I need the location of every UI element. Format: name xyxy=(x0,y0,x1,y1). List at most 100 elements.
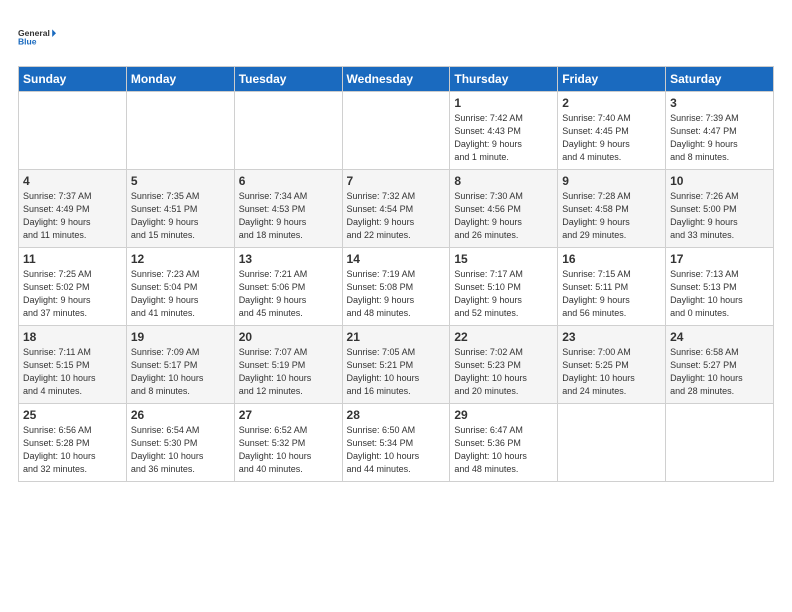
calendar-cell: 7 Sunrise: 7:32 AM Sunset: 4:54 PM Daylig… xyxy=(342,170,450,248)
day-info: Sunrise: 7:26 AM Sunset: 5:00 PM Dayligh… xyxy=(670,190,769,242)
day-number: 17 xyxy=(670,252,769,266)
calendar-cell: 25 Sunrise: 6:56 AM Sunset: 5:28 PM Dayli… xyxy=(19,404,127,482)
day-info: Sunrise: 7:32 AM Sunset: 4:54 PM Dayligh… xyxy=(347,190,446,242)
day-info: Sunrise: 6:58 AM Sunset: 5:27 PM Dayligh… xyxy=(670,346,769,398)
day-number: 19 xyxy=(131,330,230,344)
calendar-cell: 10 Sunrise: 7:26 AM Sunset: 5:00 PM Dayli… xyxy=(666,170,774,248)
calendar-cell: 24 Sunrise: 6:58 AM Sunset: 5:27 PM Dayli… xyxy=(666,326,774,404)
day-number: 10 xyxy=(670,174,769,188)
day-info: Sunrise: 7:40 AM Sunset: 4:45 PM Dayligh… xyxy=(562,112,661,164)
calendar-cell: 17Sunrise: 7:13 AM Sunset: 5:13 PM Dayli… xyxy=(666,248,774,326)
calendar-cell: 1 Sunrise: 7:42 AM Sunset: 4:43 PM Daylig… xyxy=(450,92,558,170)
day-number: 24 xyxy=(670,330,769,344)
calendar-cell: 28 Sunrise: 6:50 AM Sunset: 5:34 PM Dayli… xyxy=(342,404,450,482)
calendar-week-row: 25 Sunrise: 6:56 AM Sunset: 5:28 PM Dayli… xyxy=(19,404,774,482)
day-number: 8 xyxy=(454,174,553,188)
day-number: 1 xyxy=(454,96,553,110)
day-number: 28 xyxy=(347,408,446,422)
page: General Blue SundayMondayTuesdayWednesda… xyxy=(0,0,792,492)
day-number: 4 xyxy=(23,174,122,188)
calendar-cell: 5 Sunrise: 7:35 AM Sunset: 4:51 PM Daylig… xyxy=(126,170,234,248)
day-number: 26 xyxy=(131,408,230,422)
day-info: Sunrise: 6:56 AM Sunset: 5:28 PM Dayligh… xyxy=(23,424,122,476)
day-info: Sunrise: 6:52 AM Sunset: 5:32 PM Dayligh… xyxy=(239,424,338,476)
day-number: 6 xyxy=(239,174,338,188)
day-number: 3 xyxy=(670,96,769,110)
day-info: Sunrise: 7:11 AM Sunset: 5:15 PM Dayligh… xyxy=(23,346,122,398)
day-number: 23 xyxy=(562,330,661,344)
day-info: Sunrise: 7:30 AM Sunset: 4:56 PM Dayligh… xyxy=(454,190,553,242)
calendar-day-header: Sunday xyxy=(19,67,127,92)
logo-svg: General Blue xyxy=(18,18,56,56)
calendar-day-header: Friday xyxy=(558,67,666,92)
day-info: Sunrise: 7:00 AM Sunset: 5:25 PM Dayligh… xyxy=(562,346,661,398)
day-number: 7 xyxy=(347,174,446,188)
day-number: 20 xyxy=(239,330,338,344)
calendar-cell: 20 Sunrise: 7:07 AM Sunset: 5:19 PM Dayli… xyxy=(234,326,342,404)
day-info: Sunrise: 7:28 AM Sunset: 4:58 PM Dayligh… xyxy=(562,190,661,242)
calendar-cell: 29 Sunrise: 6:47 AM Sunset: 5:36 PM Dayli… xyxy=(450,404,558,482)
calendar-day-header: Monday xyxy=(126,67,234,92)
calendar-cell: 12 Sunrise: 7:23 AM Sunset: 5:04 PM Dayli… xyxy=(126,248,234,326)
calendar-cell: 2 Sunrise: 7:40 AM Sunset: 4:45 PM Daylig… xyxy=(558,92,666,170)
day-number: 25 xyxy=(23,408,122,422)
calendar-week-row: 18 Sunrise: 7:11 AM Sunset: 5:15 PM Dayli… xyxy=(19,326,774,404)
calendar-cell: 21 Sunrise: 7:05 AM Sunset: 5:21 PM Dayli… xyxy=(342,326,450,404)
calendar-header-row: SundayMondayTuesdayWednesdayThursdayFrid… xyxy=(19,67,774,92)
day-number: 11 xyxy=(23,252,122,266)
calendar-cell xyxy=(126,92,234,170)
calendar-cell xyxy=(558,404,666,482)
day-info: Sunrise: 7:21 AM Sunset: 5:06 PM Dayligh… xyxy=(239,268,338,320)
day-info: Sunrise: 7:05 AM Sunset: 5:21 PM Dayligh… xyxy=(347,346,446,398)
day-number: 27 xyxy=(239,408,338,422)
logo: General Blue xyxy=(18,18,56,56)
calendar-cell: 8 Sunrise: 7:30 AM Sunset: 4:56 PM Daylig… xyxy=(450,170,558,248)
calendar-table: SundayMondayTuesdayWednesdayThursdayFrid… xyxy=(18,66,774,482)
day-info: Sunrise: 6:50 AM Sunset: 5:34 PM Dayligh… xyxy=(347,424,446,476)
day-number: 5 xyxy=(131,174,230,188)
day-info: Sunrise: 6:47 AM Sunset: 5:36 PM Dayligh… xyxy=(454,424,553,476)
day-number: 16 xyxy=(562,252,661,266)
day-info: Sunrise: 7:25 AM Sunset: 5:02 PM Dayligh… xyxy=(23,268,122,320)
day-number: 18 xyxy=(23,330,122,344)
day-info: Sunrise: 7:23 AM Sunset: 5:04 PM Dayligh… xyxy=(131,268,230,320)
calendar-cell: 16 Sunrise: 7:15 AM Sunset: 5:11 PM Dayli… xyxy=(558,248,666,326)
calendar-cell: 18 Sunrise: 7:11 AM Sunset: 5:15 PM Dayli… xyxy=(19,326,127,404)
calendar-cell: 19Sunrise: 7:09 AM Sunset: 5:17 PM Dayli… xyxy=(126,326,234,404)
calendar-cell: 4Sunrise: 7:37 AM Sunset: 4:49 PM Daylig… xyxy=(19,170,127,248)
calendar-day-header: Tuesday xyxy=(234,67,342,92)
svg-text:Blue: Blue xyxy=(18,37,37,47)
header: General Blue xyxy=(18,18,774,56)
calendar-week-row: 4Sunrise: 7:37 AM Sunset: 4:49 PM Daylig… xyxy=(19,170,774,248)
day-number: 22 xyxy=(454,330,553,344)
calendar-cell: 11 Sunrise: 7:25 AM Sunset: 5:02 PM Dayli… xyxy=(19,248,127,326)
day-info: Sunrise: 7:35 AM Sunset: 4:51 PM Dayligh… xyxy=(131,190,230,242)
calendar-week-row: 1 Sunrise: 7:42 AM Sunset: 4:43 PM Daylig… xyxy=(19,92,774,170)
calendar-cell: 14Sunrise: 7:19 AM Sunset: 5:08 PM Dayli… xyxy=(342,248,450,326)
day-info: Sunrise: 7:02 AM Sunset: 5:23 PM Dayligh… xyxy=(454,346,553,398)
day-info: Sunrise: 7:42 AM Sunset: 4:43 PM Dayligh… xyxy=(454,112,553,164)
calendar-cell: 22 Sunrise: 7:02 AM Sunset: 5:23 PM Dayli… xyxy=(450,326,558,404)
calendar-cell xyxy=(19,92,127,170)
calendar-cell: 6 Sunrise: 7:34 AM Sunset: 4:53 PM Daylig… xyxy=(234,170,342,248)
calendar-cell: 27 Sunrise: 6:52 AM Sunset: 5:32 PM Dayli… xyxy=(234,404,342,482)
calendar-week-row: 11 Sunrise: 7:25 AM Sunset: 5:02 PM Dayli… xyxy=(19,248,774,326)
calendar-cell xyxy=(342,92,450,170)
day-number: 29 xyxy=(454,408,553,422)
day-number: 21 xyxy=(347,330,446,344)
day-number: 13 xyxy=(239,252,338,266)
day-info: Sunrise: 7:34 AM Sunset: 4:53 PM Dayligh… xyxy=(239,190,338,242)
calendar-day-header: Thursday xyxy=(450,67,558,92)
calendar-cell: 9 Sunrise: 7:28 AM Sunset: 4:58 PM Daylig… xyxy=(558,170,666,248)
day-info: Sunrise: 7:39 AM Sunset: 4:47 PM Dayligh… xyxy=(670,112,769,164)
day-info: Sunrise: 7:15 AM Sunset: 5:11 PM Dayligh… xyxy=(562,268,661,320)
day-number: 12 xyxy=(131,252,230,266)
calendar-cell: 13 Sunrise: 7:21 AM Sunset: 5:06 PM Dayli… xyxy=(234,248,342,326)
day-number: 9 xyxy=(562,174,661,188)
day-info: Sunrise: 7:07 AM Sunset: 5:19 PM Dayligh… xyxy=(239,346,338,398)
calendar-cell: 15Sunrise: 7:17 AM Sunset: 5:10 PM Dayli… xyxy=(450,248,558,326)
calendar-day-header: Saturday xyxy=(666,67,774,92)
day-number: 2 xyxy=(562,96,661,110)
day-number: 15 xyxy=(454,252,553,266)
calendar-cell xyxy=(666,404,774,482)
